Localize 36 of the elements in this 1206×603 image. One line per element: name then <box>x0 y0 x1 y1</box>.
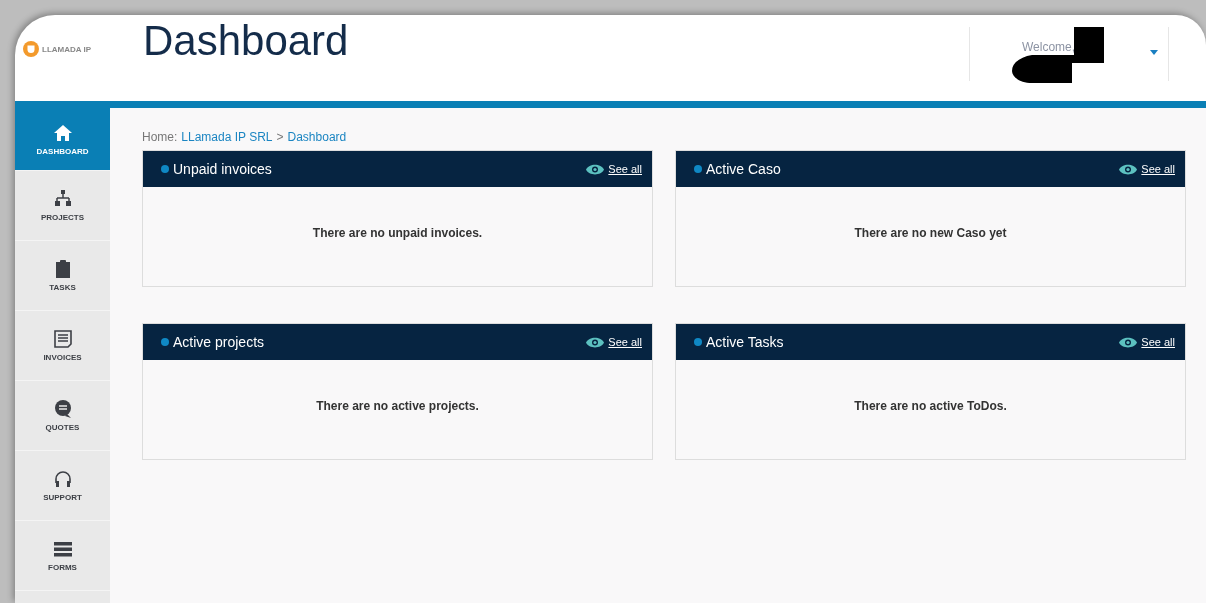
chat-bubble-icon <box>52 399 73 419</box>
panel-title: Active Caso <box>706 161 781 177</box>
empty-message: There are no unpaid invoices. <box>312 225 483 240</box>
shield-icon <box>23 41 39 57</box>
eye-icon <box>586 336 605 348</box>
logo-text: LLAMADA IP <box>42 44 92 54</box>
headphones-icon <box>52 469 73 489</box>
hierarchy-icon <box>52 189 73 209</box>
eye-icon <box>1119 336 1138 348</box>
breadcrumb-link[interactable]: Dashboard <box>287 130 347 144</box>
see-all-link[interactable]: See all <box>1141 163 1175 175</box>
panel-title: Active projects <box>173 334 265 350</box>
breadcrumb-separator: > <box>276 130 284 144</box>
dot-icon <box>161 338 169 346</box>
sidebar-item[interactable]: DASHBOARD <box>15 108 110 171</box>
panel-title: Active Tasks <box>706 334 784 350</box>
caret-icon[interactable] <box>1150 50 1158 55</box>
empty-message: There are no new Caso yet <box>854 225 1007 240</box>
empty-message: There are no active ToDos. <box>854 398 1007 413</box>
document-icon <box>52 329 73 349</box>
breadcrumb-label: Home: <box>142 130 178 144</box>
see-all-link[interactable]: See all <box>608 163 642 175</box>
home-icon <box>52 122 73 143</box>
see-all-link[interactable]: See all <box>1141 336 1175 348</box>
see-all-link[interactable]: See all <box>608 336 642 348</box>
eye-icon <box>1119 163 1138 175</box>
eye-icon <box>586 163 605 175</box>
panel-title: Unpaid invoices <box>173 161 272 177</box>
breadcrumb-link[interactable]: LLamada IP SRL <box>181 130 273 144</box>
empty-message: There are no active projects. <box>316 398 479 413</box>
dot-icon <box>694 165 702 173</box>
welcome-text: Welcome, <box>1022 40 1076 54</box>
menu-icon <box>52 539 73 559</box>
dot-icon <box>694 338 702 346</box>
page-title: Dashboard <box>143 16 349 65</box>
dot-icon <box>161 165 169 173</box>
